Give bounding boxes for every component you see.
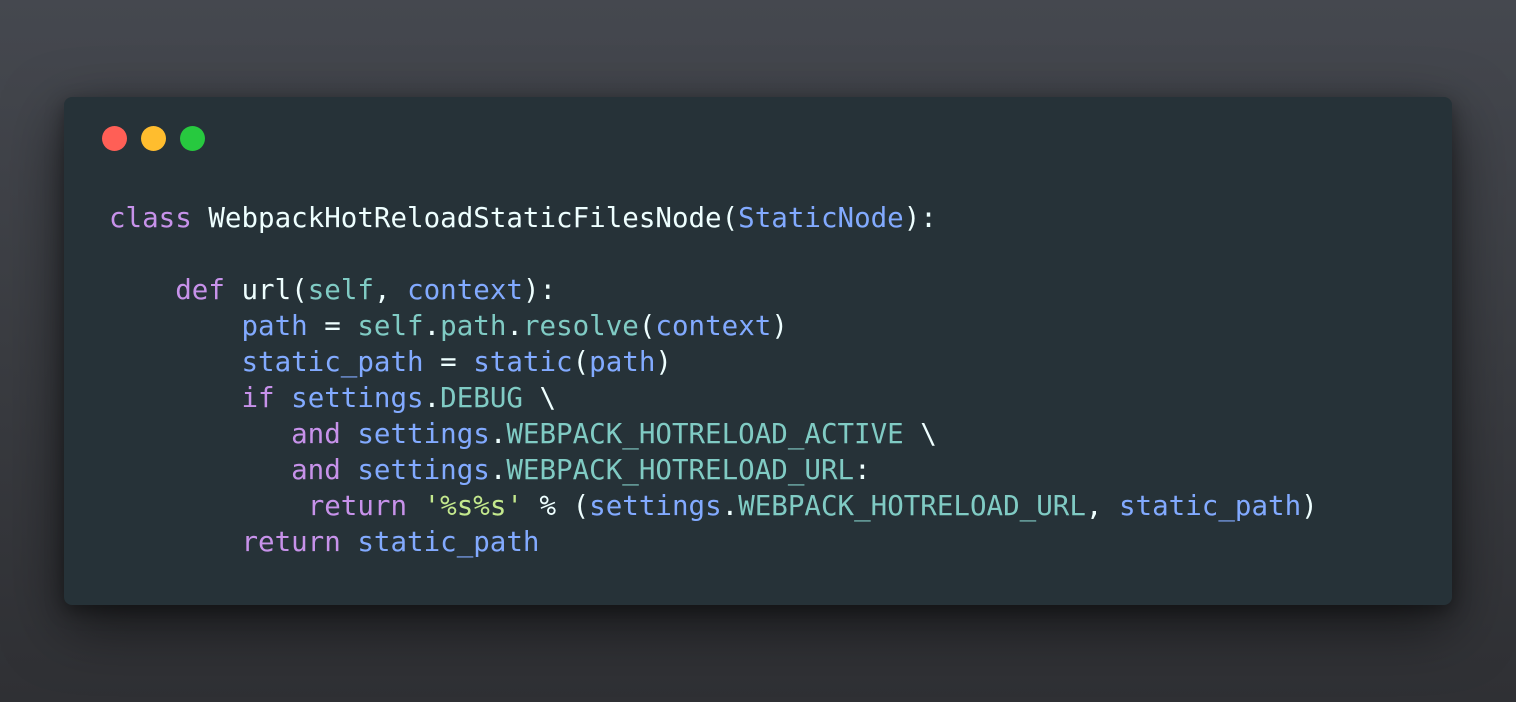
code-token: ( [291, 274, 308, 306]
code-token: ) [1301, 490, 1318, 522]
code-line: return static_path [109, 524, 1318, 560]
code-token: static_path [357, 526, 540, 558]
code-token: settings [357, 418, 490, 450]
code-token: context [655, 310, 772, 342]
code-token: = [307, 310, 358, 342]
code-window: class WebpackHotReloadStaticFilesNode(St… [64, 97, 1452, 605]
code-token: path [241, 310, 308, 342]
code-token: class [109, 202, 192, 234]
code-token: resolve [522, 310, 639, 342]
code-token: path [589, 346, 656, 378]
code-token: WEBPACK_HOTRELOAD_ACTIVE [506, 418, 904, 450]
code-token: static_path [1119, 490, 1302, 522]
code-token: and [291, 418, 341, 450]
code-token: : [854, 454, 871, 486]
code-token: WEBPACK_HOTRELOAD_URL [738, 490, 1086, 522]
code-token: return [307, 490, 408, 522]
code-token: return [241, 526, 341, 558]
code-token: , [1085, 490, 1119, 522]
code-token: DEBUG [440, 382, 523, 414]
code-line: def url(self, context): [109, 272, 1318, 308]
code-token: static [473, 346, 573, 378]
code-token: . [506, 310, 523, 342]
code-token: % [522, 490, 573, 522]
code-token: \ [522, 382, 557, 414]
code-token: '%s%s' [423, 490, 523, 522]
code-token: settings [291, 382, 424, 414]
code-token: settings [589, 490, 722, 522]
code-line: return '%s%s' % (settings.WEBPACK_HOTREL… [109, 488, 1318, 524]
code-token: ( [721, 202, 739, 234]
code-token: . [423, 310, 441, 342]
code-token: . [721, 490, 739, 522]
code-token: url [241, 274, 292, 306]
code-token: . [489, 418, 507, 450]
code-line: if settings.DEBUG \ [109, 380, 1318, 416]
code-token: self [357, 310, 424, 342]
code-token: settings [357, 454, 490, 486]
code-token: ( [638, 310, 656, 342]
code-token: ( [572, 346, 590, 378]
code-token: ): [903, 202, 937, 234]
code-line: static_path = static(path) [109, 344, 1318, 380]
code-token: ( [572, 490, 590, 522]
code-token: = [423, 346, 474, 378]
code-token: StaticNode [738, 202, 904, 234]
code-token: path [440, 310, 507, 342]
code-token: def [175, 274, 225, 306]
code-block: class WebpackHotReloadStaticFilesNode(St… [109, 200, 1318, 560]
code-line: class WebpackHotReloadStaticFilesNode(St… [109, 200, 1318, 236]
code-token: context [407, 274, 523, 306]
code-line: and settings.WEBPACK_HOTRELOAD_ACTIVE \ [109, 416, 1318, 452]
code-line: path = self.path.resolve(context) [109, 308, 1318, 344]
window-controls [102, 126, 205, 152]
maximize-dot-icon[interactable] [180, 126, 205, 151]
code-token: static_path [241, 346, 424, 378]
code-token: and [291, 454, 341, 486]
code-token: , [373, 274, 408, 306]
code-token: self [307, 274, 374, 306]
code-token: ) [655, 346, 672, 378]
code-token: . [423, 382, 441, 414]
code-token: ): [522, 274, 557, 306]
code-line: and settings.WEBPACK_HOTRELOAD_URL: [109, 452, 1318, 488]
code-token: if [241, 382, 275, 414]
code-token: . [489, 454, 507, 486]
close-dot-icon[interactable] [102, 126, 127, 151]
code-token: WebpackHotReloadStaticFilesNode [208, 202, 722, 234]
code-token: \ [903, 418, 937, 450]
minimize-dot-icon[interactable] [141, 126, 166, 151]
code-token: WEBPACK_HOTRELOAD_URL [506, 454, 855, 486]
code-token: ) [771, 310, 788, 342]
